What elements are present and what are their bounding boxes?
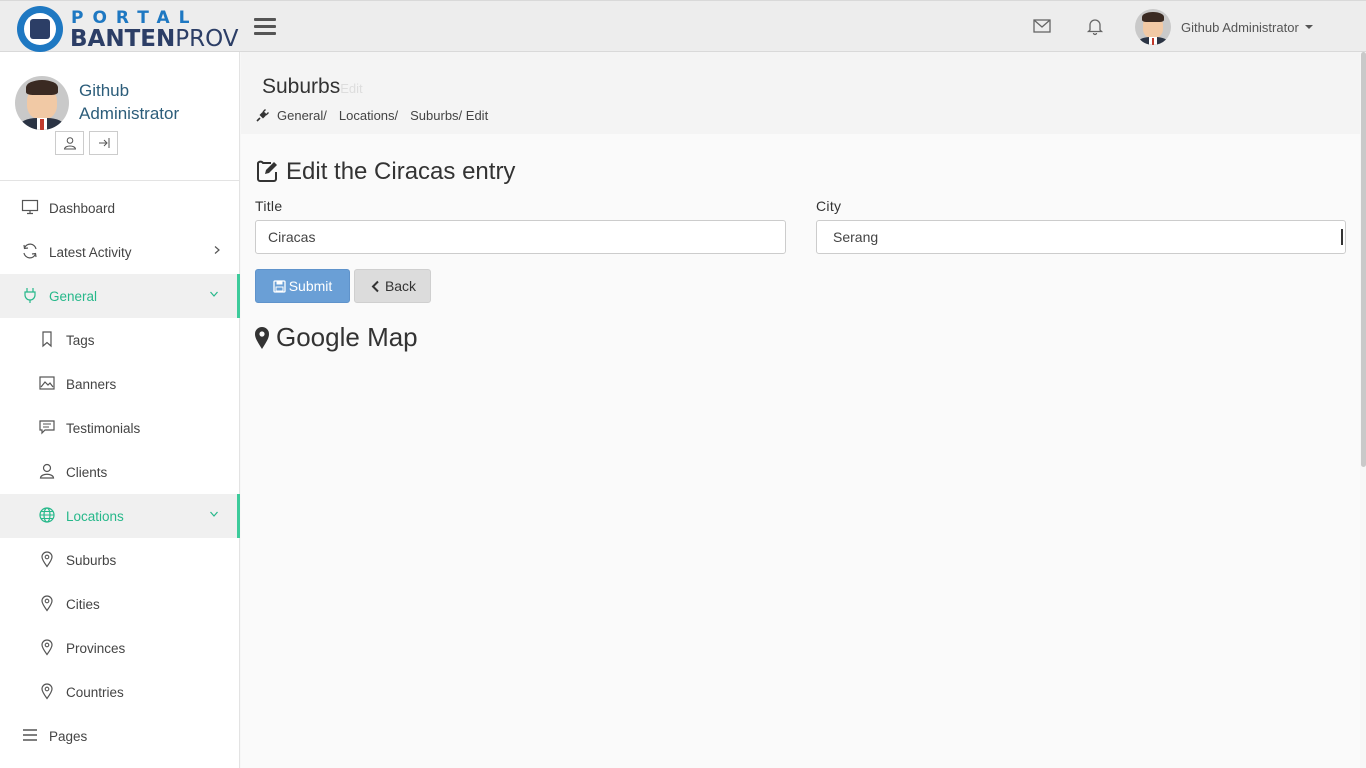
logo-text-banten: BANTEN — [70, 26, 176, 52]
sidebar: Github Administrator Dashboard Latest Ac… — [0, 52, 240, 768]
sidebar-item-label: Dashboard — [49, 200, 116, 216]
map-heading-text: Google Map — [276, 322, 418, 352]
sidebar-item-latest-activity[interactable]: Latest Activity — [0, 230, 240, 274]
city-select[interactable]: Serang — [816, 220, 1346, 254]
breadcrumb-suburbs-edit: Suburbs/ Edit — [410, 108, 489, 123]
submit-button[interactable]: Submit — [255, 269, 350, 303]
user-menu-name: Github Administrator — [1181, 19, 1299, 35]
chevron-down-icon — [210, 511, 218, 517]
sidebar-item-label: Pages — [49, 728, 88, 744]
sidebar-item-banners[interactable]: Banners — [0, 362, 240, 406]
chevron-down-icon — [210, 291, 218, 297]
page-scrollbar[interactable] — [1360, 52, 1366, 768]
profile-button[interactable] — [55, 131, 84, 155]
sidebar-item-label: General — [49, 288, 98, 304]
sidebar-item-cities[interactable]: Cities — [0, 582, 240, 626]
sidebar-item-tags[interactable]: Tags — [0, 318, 240, 362]
breadcrumb-general[interactable]: General/ — [277, 108, 327, 123]
sidebar-item-label: Suburbs — [66, 552, 117, 568]
plug-icon — [24, 288, 36, 303]
sidebar-item-label: Cities — [66, 596, 100, 612]
chevron-left-icon — [371, 280, 379, 292]
map-pin-icon — [41, 595, 53, 612]
user-avatar — [1135, 9, 1171, 45]
refresh-icon — [23, 243, 37, 259]
sidebar-nav: Dashboard Latest Activity General Tags B… — [0, 186, 240, 758]
map-marker-icon — [255, 326, 269, 349]
save-icon — [273, 279, 286, 293]
map-pin-icon — [41, 683, 53, 700]
profile-name: Github Administrator — [79, 81, 180, 123]
map-pin-icon — [41, 551, 53, 568]
user-icon — [39, 463, 55, 479]
sidebar-item-label: Tags — [66, 332, 95, 348]
submit-label: Submit — [288, 278, 333, 294]
image-icon — [39, 376, 55, 390]
user-icon — [63, 137, 76, 150]
plug-icon — [256, 108, 269, 122]
bell-icon[interactable] — [1085, 16, 1107, 38]
logo-text-portal: PORTAL — [71, 8, 199, 28]
portal-logo[interactable]: PORTAL BANTENPROV — [17, 6, 239, 52]
sidebar-item-label: Banners — [66, 376, 117, 392]
user-menu-dropdown[interactable]: Github Administrator — [1135, 9, 1313, 45]
page-header: SuburbsEdit General/ Locations/ Suburbs/… — [241, 52, 1366, 134]
sidebar-item-label: Provinces — [66, 640, 126, 656]
globe-icon — [39, 507, 55, 523]
back-label: Back — [384, 278, 417, 294]
logo-text-bantenprov: BANTENPROV — [70, 26, 239, 52]
bookmark-icon — [42, 331, 52, 348]
logout-button[interactable] — [89, 131, 118, 155]
profile-avatar — [15, 76, 69, 130]
top-navbar: PORTAL BANTENPROV Github Administrator — [0, 0, 1366, 52]
sidebar-item-label: Locations — [66, 508, 124, 524]
edit-form-panel: Edit the Ciracas entry Title Ciracas Cit… — [241, 134, 1366, 768]
city-label: City — [816, 198, 842, 214]
form-heading: Edit the Ciracas entry — [255, 158, 515, 186]
monitor-icon — [21, 199, 39, 215]
logo-mark-icon — [17, 6, 63, 52]
edit-icon — [257, 160, 277, 182]
main-content: SuburbsEdit General/ Locations/ Suburbs/… — [241, 52, 1366, 768]
sidebar-item-label: Latest Activity — [49, 244, 132, 260]
form-heading-text: Edit the Ciracas entry — [286, 158, 516, 185]
sidebar-item-countries[interactable]: Countries — [0, 670, 240, 714]
sidebar-item-label: Countries — [66, 684, 124, 700]
sidebar-item-dashboard[interactable]: Dashboard — [0, 186, 240, 230]
sidebar-item-suburbs[interactable]: Suburbs — [0, 538, 240, 582]
scrollbar-thumb[interactable] — [1361, 52, 1366, 467]
sidebar-item-clients[interactable]: Clients — [0, 450, 240, 494]
envelope-icon[interactable] — [1032, 16, 1054, 38]
sidebar-item-general[interactable]: General — [0, 274, 240, 318]
logout-icon — [98, 138, 109, 148]
page-title-text: Suburbs — [262, 75, 341, 98]
list-icon — [23, 729, 37, 741]
sidebar-profile: Github Administrator — [0, 52, 240, 181]
sidebar-item-testimonials[interactable]: Testimonials — [0, 406, 240, 450]
map-heading: Google Map — [255, 322, 418, 353]
back-button[interactable]: Back — [354, 269, 431, 303]
title-input[interactable]: Ciracas — [255, 220, 786, 254]
logo-text-prov: PROV — [175, 26, 239, 52]
sidebar-item-provinces[interactable]: Provinces — [0, 626, 240, 670]
chevron-right-icon — [214, 246, 220, 254]
page-title: SuburbsEdit — [262, 75, 363, 99]
title-label: Title — [255, 198, 283, 214]
caret-down-icon — [1304, 25, 1313, 29]
comment-icon — [39, 420, 55, 435]
breadcrumb: General/ Locations/ Suburbs/ Edit — [255, 108, 488, 123]
sidebar-item-pages[interactable]: Pages — [0, 714, 240, 758]
sidebar-item-locations[interactable]: Locations — [0, 494, 240, 538]
map-pin-icon — [41, 639, 53, 656]
page-subtitle: Edit — [340, 81, 363, 96]
sidebar-item-label: Clients — [66, 464, 108, 480]
menu-toggle-icon[interactable] — [254, 18, 276, 36]
sidebar-item-label: Testimonials — [66, 420, 141, 436]
breadcrumb-locations[interactable]: Locations/ — [339, 108, 398, 123]
